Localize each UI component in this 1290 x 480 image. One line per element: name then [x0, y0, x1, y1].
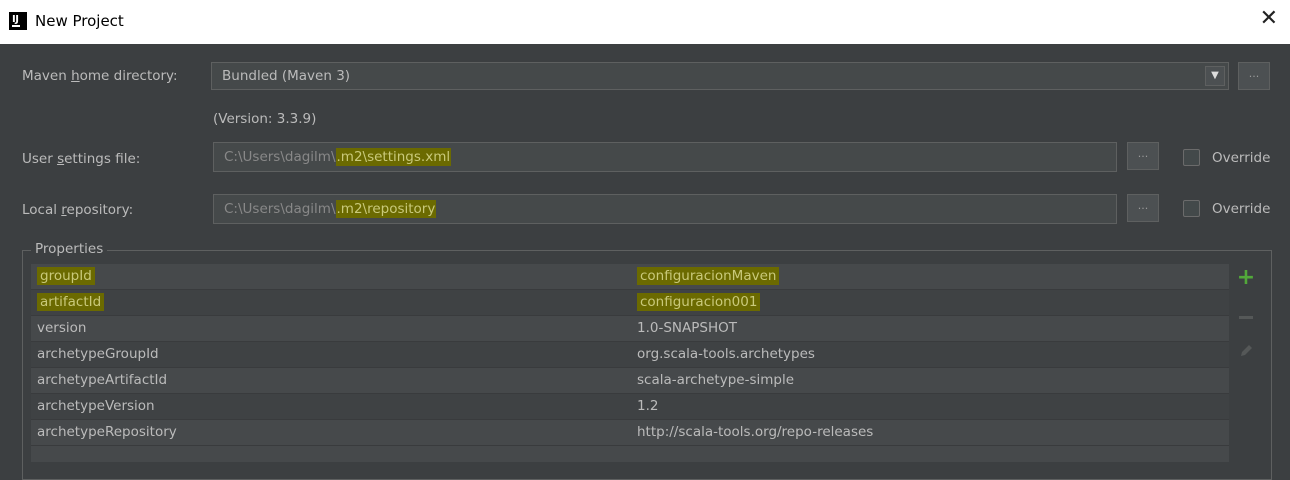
- table-row[interactable]: groupId configuracionMaven: [31, 264, 1229, 290]
- property-key: groupId: [37, 267, 95, 285]
- user-settings-path: C:\Users\dagilm\: [224, 149, 336, 165]
- property-key: version: [37, 320, 87, 336]
- properties-toolbar: [1229, 264, 1263, 464]
- property-key: archetypeRepository: [37, 424, 177, 440]
- local-repository-path-highlight: .m2\repository: [335, 200, 437, 218]
- property-key: artifactId: [37, 293, 105, 311]
- user-settings-path-highlight: .m2\settings.xml: [335, 148, 452, 166]
- user-settings-label: User settings file:: [22, 151, 141, 167]
- table-row[interactable]: artifactId configuracion001: [31, 290, 1229, 316]
- property-key: archetypeVersion: [37, 398, 155, 414]
- maven-home-browse-button[interactable]: ...: [1238, 62, 1270, 90]
- property-value: scala-archetype-simple: [637, 372, 795, 388]
- maven-version-text: (Version: 3.3.9): [213, 111, 317, 127]
- property-key: archetypeArtifactId: [37, 372, 168, 388]
- intellij-app-icon: IJ: [9, 12, 27, 30]
- property-value: org.scala-tools.archetypes: [637, 346, 815, 362]
- local-repository-field[interactable]: C:\Users\dagilm\.m2\repository: [213, 194, 1117, 224]
- user-settings-field[interactable]: C:\Users\dagilm\.m2\settings.xml: [213, 142, 1117, 172]
- local-repository-label: Local repository:: [22, 202, 134, 218]
- local-repository-browse-button[interactable]: ...: [1127, 194, 1159, 222]
- window-title: New Project: [35, 12, 124, 30]
- table-empty-row: [31, 446, 1229, 462]
- property-key: archetypeGroupId: [37, 346, 159, 362]
- user-settings-override-label[interactable]: Override: [1212, 150, 1270, 166]
- local-repository-override-checkbox[interactable]: [1183, 200, 1200, 217]
- pencil-icon[interactable]: [1237, 342, 1255, 360]
- table-row[interactable]: archetypeGroupId org.scala-tools.archety…: [31, 342, 1229, 368]
- minus-icon[interactable]: [1239, 316, 1253, 319]
- property-value: configuracionMaven: [637, 267, 780, 285]
- user-settings-override-checkbox[interactable]: [1183, 149, 1200, 166]
- table-row[interactable]: version 1.0-SNAPSHOT: [31, 316, 1229, 342]
- property-value: configuracion001: [637, 293, 761, 311]
- close-icon[interactable]: ✕: [1260, 8, 1278, 30]
- user-settings-browse-button[interactable]: ...: [1127, 142, 1159, 170]
- local-repository-override-label[interactable]: Override: [1212, 201, 1270, 217]
- maven-home-label: Maven home directory:: [22, 68, 178, 84]
- properties-title: Properties: [31, 241, 108, 257]
- table-row[interactable]: archetypeArtifactId scala-archetype-simp…: [31, 368, 1229, 394]
- chevron-down-icon[interactable]: ▼: [1205, 66, 1225, 86]
- maven-home-select[interactable]: Bundled (Maven 3) ▼: [211, 62, 1229, 90]
- maven-home-value: Bundled (Maven 3): [222, 68, 351, 84]
- property-value: 1.0-SNAPSHOT: [637, 320, 737, 336]
- title-bar: IJ New Project ✕: [0, 0, 1290, 44]
- table-row[interactable]: archetypeVersion 1.2: [31, 394, 1229, 420]
- properties-table[interactable]: groupId configuracionMaven artifactId co…: [31, 264, 1229, 446]
- property-value: 1.2: [637, 398, 659, 414]
- property-value: http://scala-tools.org/repo-releases: [637, 424, 874, 440]
- local-repository-path: C:\Users\dagilm\: [224, 201, 336, 217]
- table-row[interactable]: archetypeRepository http://scala-tools.o…: [31, 420, 1229, 446]
- plus-icon[interactable]: +: [1236, 267, 1256, 289]
